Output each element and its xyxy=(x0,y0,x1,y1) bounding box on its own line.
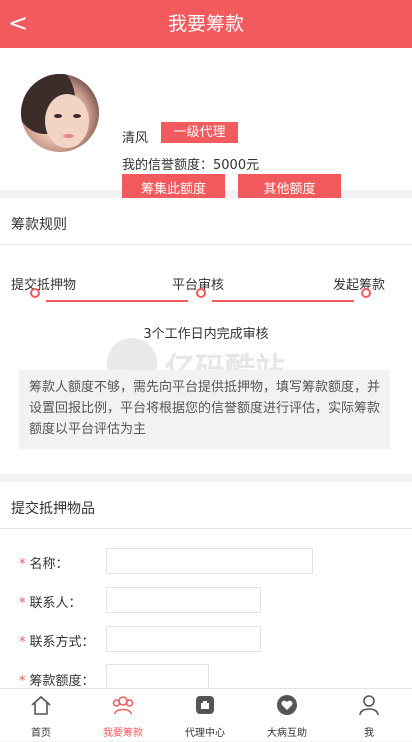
profile-card: 清风 一级代理 我的信誉额度：5000元 筹集此额度 其他额度 xyxy=(0,48,412,205)
collateral-form: 提交抵押物品 * 名称： * 联系人： * 联系方式： * 筹款额度： xyxy=(0,482,412,690)
bottom-tab-bar: 首页 我要筹款 代理中心 大病互助 我 xyxy=(0,688,412,741)
tab-raise-funds[interactable]: 我要筹款 xyxy=(82,689,164,742)
contact-method-label: * 联系方式： xyxy=(19,635,95,650)
credit-limit: 我的信誉额度：5000元 xyxy=(122,158,260,173)
step-line xyxy=(46,300,188,302)
form-title: 提交抵押物品 xyxy=(11,501,95,517)
amount-input[interactable] xyxy=(106,664,209,690)
review-time-note: 3个工作日内完成审核 xyxy=(143,327,269,342)
step-start-raising: 发起筹款 xyxy=(333,278,386,293)
step-submit-collateral: 提交抵押物 xyxy=(11,278,77,293)
name-label: * 名称： xyxy=(19,557,69,572)
step-dot xyxy=(196,288,206,298)
rules-title: 筹款规则 xyxy=(11,217,67,233)
header: < 我要筹款 xyxy=(0,0,412,48)
tab-label: 大病互助 xyxy=(267,728,307,739)
contact-method-input[interactable] xyxy=(106,626,261,652)
name-input[interactable] xyxy=(106,548,313,574)
avatar xyxy=(21,74,99,152)
tab-illness-aid[interactable]: 大病互助 xyxy=(246,689,328,742)
tab-label: 首页 xyxy=(31,728,51,739)
tab-label: 我要筹款 xyxy=(103,728,143,739)
user-icon xyxy=(359,695,379,716)
step-dot xyxy=(361,288,371,298)
home-icon xyxy=(31,695,51,715)
step-line xyxy=(212,300,354,302)
user-name: 清风 xyxy=(122,131,149,146)
tab-label: 代理中心 xyxy=(185,728,225,739)
agent-icon xyxy=(196,696,214,714)
tab-home[interactable]: 首页 xyxy=(0,689,82,742)
rules-section: 筹款规则 提交抵押物 平台审核 发起筹款 3个工作日内完成审核 亿码酷站 筹款人… xyxy=(0,198,412,474)
step-dot xyxy=(30,288,40,298)
tab-me[interactable]: 我 xyxy=(328,689,410,742)
level-badge: 一级代理 xyxy=(161,122,238,143)
contact-person-input[interactable] xyxy=(106,587,261,613)
contact-person-label: * 联系人： xyxy=(19,596,82,611)
tab-agent-center[interactable]: 代理中心 xyxy=(164,689,246,742)
tab-label: 我 xyxy=(364,728,374,739)
amount-label: * 筹款额度： xyxy=(19,674,95,689)
divider xyxy=(0,244,412,245)
heart-icon xyxy=(277,695,297,715)
people-icon xyxy=(112,696,134,715)
rules-note: 筹款人额度不够，需先向平台提供抵押物，填写筹款额度，并设置回报比例，平台将根据您… xyxy=(19,370,390,449)
page-title: 我要筹款 xyxy=(167,13,244,35)
divider xyxy=(0,528,412,529)
